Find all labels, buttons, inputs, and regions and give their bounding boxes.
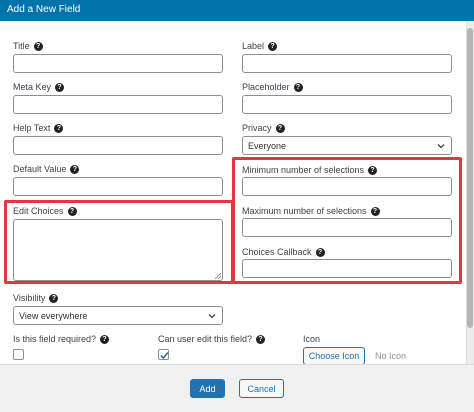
help-icon[interactable]: ?	[293, 82, 303, 92]
help-icon[interactable]: ?	[33, 41, 43, 51]
help-icon[interactable]: ?	[256, 334, 266, 344]
label-label: Label ?	[242, 41, 278, 51]
user-edit-checkbox[interactable]	[158, 349, 169, 360]
selection-settings-highlight	[232, 157, 462, 284]
privacy-select[interactable]: Everyone	[242, 136, 452, 155]
default-value-label-text: Default Value	[13, 164, 67, 174]
help-text-label-text: Help Text	[13, 123, 51, 133]
help-icon[interactable]: ?	[275, 123, 285, 133]
icon-label-text: Icon	[303, 334, 321, 344]
required-checkbox[interactable]	[13, 349, 24, 360]
placeholder-label: Placeholder ?	[242, 82, 303, 92]
icon-label: Icon	[303, 334, 320, 344]
visibility-selected-value: View everywhere	[19, 310, 88, 321]
add-button[interactable]: Add	[190, 379, 225, 398]
help-icon[interactable]: ?	[49, 293, 59, 303]
edit-choices-highlight	[4, 200, 234, 284]
default-value-input[interactable]	[13, 177, 223, 196]
cancel-button[interactable]: Cancel	[239, 379, 284, 398]
label-input[interactable]	[242, 54, 452, 73]
visibility-label: Visibility ?	[13, 293, 59, 303]
default-value-label: Default Value ?	[13, 164, 80, 174]
choose-icon-button[interactable]: Choose Icon	[303, 347, 365, 365]
icon-status: No Icon	[375, 351, 407, 361]
placeholder-label-text: Placeholder	[242, 82, 290, 92]
help-icon[interactable]: ?	[70, 164, 80, 174]
privacy-selected-value: Everyone	[248, 140, 287, 151]
meta-key-label: Meta Key ?	[13, 82, 65, 92]
dialog-footer	[0, 364, 474, 412]
chevron-down-icon	[437, 144, 445, 149]
required-label: Is this field required? ?	[13, 334, 110, 344]
label-label-text: Label	[242, 41, 265, 51]
required-label-text: Is this field required?	[13, 334, 97, 344]
help-icon[interactable]: ?	[100, 334, 110, 344]
chevron-down-icon	[208, 314, 216, 319]
privacy-label-text: Privacy	[242, 123, 272, 133]
visibility-select[interactable]: View everywhere	[13, 306, 223, 325]
privacy-label: Privacy ?	[242, 123, 285, 133]
help-text-label: Help Text ?	[13, 123, 64, 133]
help-text-input[interactable]	[13, 136, 223, 155]
add-button-label: Add	[199, 383, 216, 394]
choose-icon-button-label: Choose Icon	[308, 351, 360, 361]
help-icon[interactable]: ?	[55, 82, 65, 92]
meta-key-label-text: Meta Key	[13, 82, 52, 92]
help-icon[interactable]: ?	[54, 123, 64, 133]
help-icon[interactable]: ?	[268, 41, 278, 51]
title-label-text: Title	[13, 41, 30, 51]
user-edit-label: Can user edit this field? ?	[158, 334, 266, 344]
meta-key-input[interactable]	[13, 95, 223, 114]
user-edit-label-text: Can user edit this field?	[158, 334, 253, 344]
dialog-title: Add a New Field	[7, 4, 81, 15]
cancel-button-label: Cancel	[247, 383, 276, 394]
title-input[interactable]	[13, 54, 223, 73]
dialog-titlebar: Add a New Field	[0, 0, 474, 21]
placeholder-input[interactable]	[242, 95, 452, 114]
checkmark-icon	[160, 351, 169, 360]
title-label: Title ?	[13, 41, 43, 51]
visibility-label-text: Visibility	[13, 293, 46, 303]
scrollbar-thumb[interactable]	[467, 28, 473, 328]
